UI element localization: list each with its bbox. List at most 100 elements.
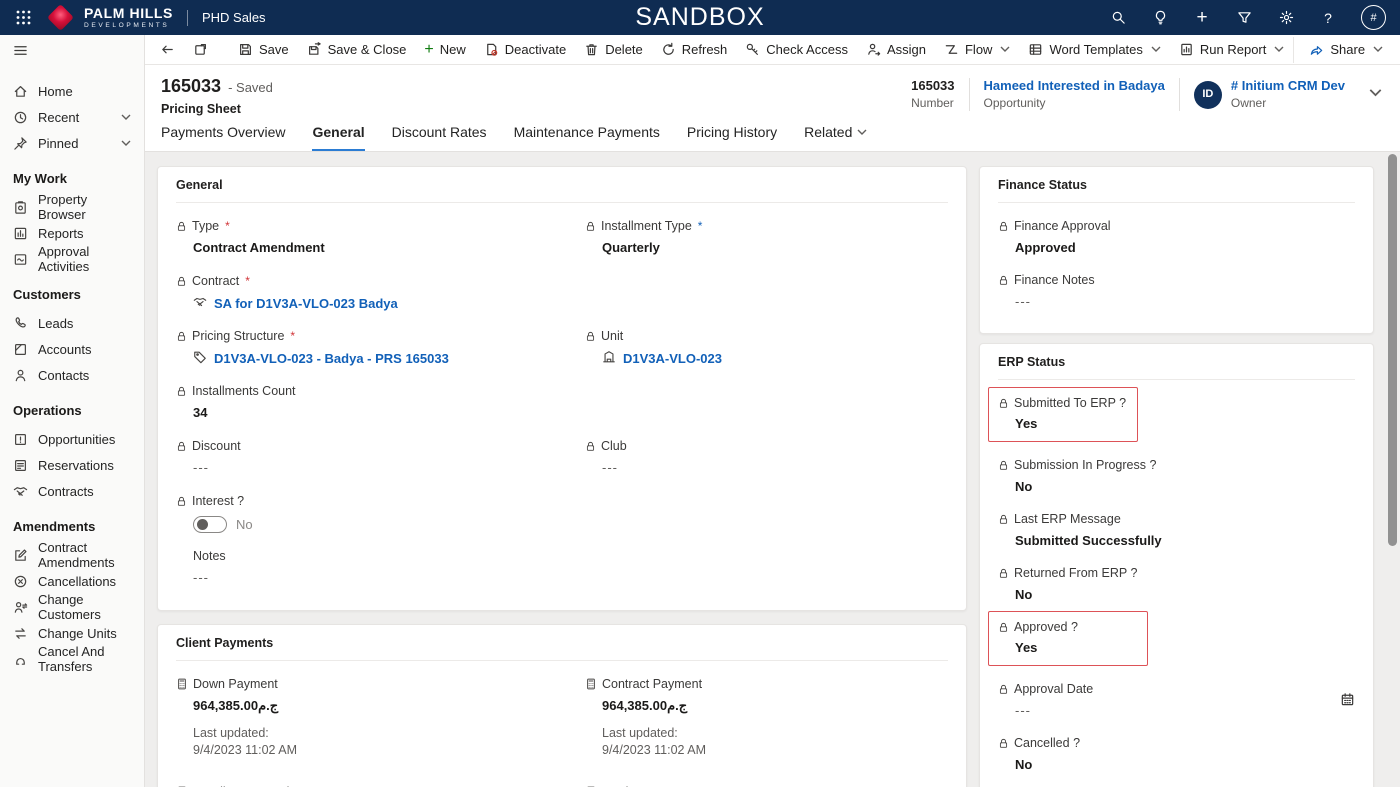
report-chart-icon	[13, 226, 28, 241]
header-expand-chevron-icon[interactable]	[1369, 86, 1382, 104]
sidebar-item-accounts[interactable]: Accounts	[0, 336, 144, 362]
sidebar-item-contacts[interactable]: Contacts	[0, 362, 144, 388]
field-type-value[interactable]: Contract Amendment	[193, 240, 539, 255]
delete-button[interactable]: Delete	[575, 37, 652, 63]
field-installments-count-value[interactable]: 34	[193, 405, 539, 420]
field-notes-value[interactable]: ---	[193, 570, 539, 585]
sidebar-item-approval-activities[interactable]: Approval Activities	[0, 244, 144, 274]
tab-general[interactable]: General	[312, 124, 365, 151]
field-returned-from-erp-value[interactable]: No	[1015, 587, 1355, 602]
lightbulb-icon[interactable]	[1151, 10, 1169, 25]
field-returned-from-erp: Returned From ERP ? No	[998, 566, 1355, 604]
field-club-value[interactable]: ---	[602, 460, 948, 475]
sidebar-item-leads[interactable]: Leads	[0, 310, 144, 336]
sidebar-group-operations: Operations	[13, 403, 82, 418]
refresh-icon	[661, 42, 676, 57]
tab-payments-overview[interactable]: Payments Overview	[161, 124, 285, 151]
help-icon[interactable]: ?	[1319, 10, 1337, 26]
field-submitted-to-erp-value[interactable]: Yes	[1015, 416, 1129, 431]
sidebar-collapse-icon[interactable]	[0, 35, 144, 69]
field-finance-approval-value[interactable]: Approved	[1015, 240, 1355, 255]
flow-button[interactable]: Flow	[935, 37, 1019, 63]
edit-document-icon	[13, 548, 28, 563]
tab-discount-rates[interactable]: Discount Rates	[392, 124, 487, 151]
back-button[interactable]	[151, 37, 184, 63]
chevron-down-icon[interactable]	[121, 110, 131, 125]
chevron-down-icon[interactable]	[121, 136, 131, 151]
assign-button[interactable]: Assign	[857, 37, 935, 63]
brand-block[interactable]: PALM HILLS DEVELOPMENTS	[84, 6, 173, 30]
field-submission-in-progress-value[interactable]: No	[1015, 479, 1355, 494]
quick-create-plus-icon[interactable]: +	[1193, 7, 1211, 29]
user-avatar[interactable]: #	[1361, 5, 1386, 30]
word-templates-button[interactable]: Word Templates	[1019, 37, 1169, 63]
field-installments-count: Installments Count 34	[176, 384, 539, 439]
sidebar-item-reservations[interactable]: Reservations	[0, 452, 144, 478]
run-report-button[interactable]: Run Report	[1170, 37, 1293, 63]
field-contract-value-link[interactable]: SA for D1V3A-VLO-023 Badya	[193, 295, 539, 312]
header-owner-link[interactable]: # Initium CRM Dev	[1231, 78, 1345, 94]
contract-payment-last-updated: Last updated: 9/4/2023 11:02 AM	[602, 726, 707, 757]
filter-icon[interactable]	[1235, 10, 1253, 25]
calendar-icon[interactable]	[1340, 692, 1355, 712]
tab-maintenance-payments[interactable]: Maintenance Payments	[514, 124, 660, 151]
record-header: 165033 - Saved Pricing Sheet 165033 Numb…	[145, 65, 1400, 116]
field-pricing-structure-value-link[interactable]: D1V3A-VLO-023 - Badya - PRS 165033	[193, 350, 539, 367]
app-launcher-icon[interactable]	[8, 10, 39, 25]
field-contract-payment-value[interactable]: 964,385.00ج.م	[602, 698, 948, 714]
person-icon	[13, 368, 28, 383]
field-discount-value[interactable]: ---	[193, 460, 539, 475]
sidebar-item-home[interactable]: Home	[0, 78, 144, 104]
sidebar-item-contract-amendments[interactable]: Contract Amendments	[0, 540, 144, 570]
field-unit: Unit D1V3A-VLO-023	[585, 329, 948, 384]
field-finance-notes-value[interactable]: ---	[1015, 294, 1355, 309]
sidebar-item-recent[interactable]: Recent	[0, 104, 144, 130]
refresh-button[interactable]: Refresh	[652, 37, 737, 63]
save-button[interactable]: Save	[229, 37, 298, 63]
field-down-payment-value[interactable]: 964,385.00ج.م	[193, 698, 539, 714]
building-icon	[602, 350, 616, 367]
lock-icon	[585, 221, 596, 232]
vertical-scrollbar[interactable]	[1388, 154, 1397, 546]
interest-toggle[interactable]	[193, 516, 227, 533]
sidebar-item-opportunities[interactable]: Opportunities	[0, 426, 144, 452]
field-cancelled-value[interactable]: No	[1015, 757, 1355, 772]
deactivate-button[interactable]: Deactivate	[475, 37, 575, 63]
lock-icon	[585, 331, 596, 342]
header-opportunity-link[interactable]: Hameed Interested in Badaya	[984, 78, 1165, 94]
chevron-down-icon	[857, 124, 867, 140]
share-icon	[1309, 42, 1324, 57]
save-close-icon	[307, 42, 322, 57]
sidebar-item-reports[interactable]: Reports	[0, 220, 144, 246]
field-unit-value-link[interactable]: D1V3A-VLO-023	[602, 350, 948, 367]
field-finance-approval: Finance Approval Approved	[998, 219, 1355, 257]
reservation-icon	[13, 458, 28, 473]
cancel-circle-icon	[13, 574, 28, 589]
save-and-close-button[interactable]: Save & Close	[298, 37, 416, 63]
field-approval-date-value[interactable]: ---	[1015, 703, 1093, 718]
search-icon[interactable]	[1109, 10, 1127, 25]
sidebar-item-contracts[interactable]: Contracts	[0, 478, 144, 504]
new-button[interactable]: + New	[415, 37, 474, 63]
review-highlight-box: Approved ? Yes	[988, 611, 1148, 666]
field-installment-type-value[interactable]: Quarterly	[602, 240, 948, 255]
tab-pricing-history[interactable]: Pricing History	[687, 124, 777, 151]
lock-icon	[176, 221, 187, 232]
sidebar-item-change-customers[interactable]: Change Customers	[0, 592, 144, 622]
current-app-name[interactable]: PHD Sales	[202, 10, 266, 25]
check-access-button[interactable]: Check Access	[736, 37, 857, 63]
sidebar-item-pinned[interactable]: Pinned	[0, 130, 144, 156]
sidebar-item-property-browser[interactable]: Property Browser	[0, 192, 144, 222]
field-approved-value[interactable]: Yes	[1015, 640, 1139, 655]
brand-name: PALM HILLS	[84, 4, 173, 21]
sidebar-item-change-units[interactable]: Change Units	[0, 620, 144, 646]
open-in-new-window-button[interactable]	[184, 37, 217, 63]
person-swap-icon	[13, 600, 28, 615]
field-last-erp-message-value[interactable]: Submitted Successfully	[1015, 533, 1355, 548]
sidebar-item-cancellations[interactable]: Cancellations	[0, 568, 144, 594]
tab-related[interactable]: Related	[804, 124, 867, 151]
sidebar-item-cancel-and-transfers[interactable]: Cancel And Transfers	[0, 644, 144, 674]
settings-gear-icon[interactable]	[1277, 10, 1295, 25]
share-button[interactable]: Share	[1300, 37, 1392, 63]
record-id: 165033	[161, 76, 222, 96]
